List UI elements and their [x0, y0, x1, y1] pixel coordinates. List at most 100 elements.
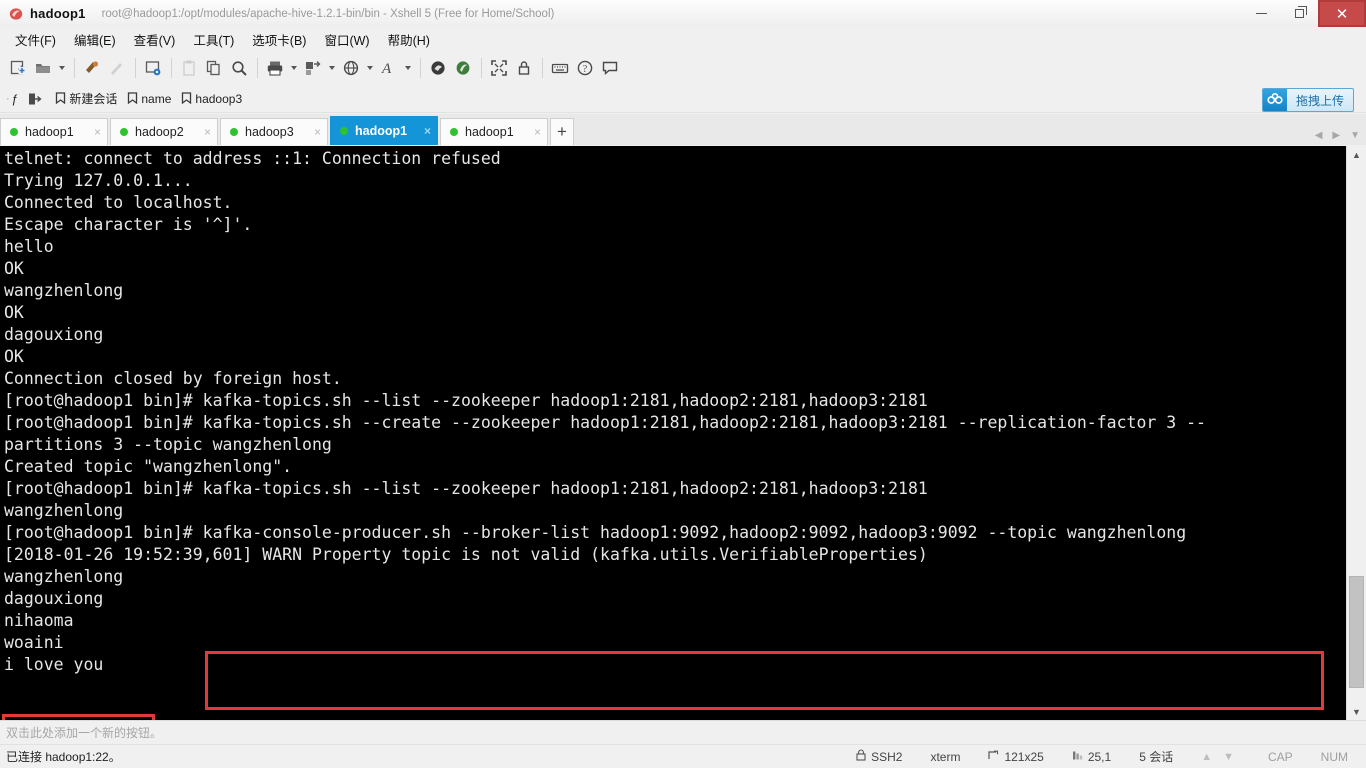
tab-next-icon[interactable]: ▶	[1332, 130, 1340, 141]
menu-window[interactable]: 窗口(W)	[315, 28, 378, 51]
status-cursor-label: 25,1	[1087, 749, 1112, 764]
new-tab-button[interactable]: +	[550, 118, 574, 145]
tab-hadoop1-1[interactable]: hadoop1 ×	[0, 118, 108, 145]
lock-icon[interactable]	[512, 56, 536, 80]
status-sessions: 5 会话	[1139, 750, 1174, 764]
print-dropdown-caret[interactable]	[288, 56, 300, 80]
separator-6	[481, 58, 482, 78]
tab-close-icon[interactable]: ×	[94, 125, 101, 139]
tab-status-dot	[230, 128, 238, 136]
terminal-output: telnet: connect to address ::1: Connecti…	[4, 149, 1206, 674]
chat-icon[interactable]	[598, 56, 622, 80]
status-protocol: SSH2	[842, 749, 916, 764]
tab-status-dot	[120, 128, 128, 136]
status-caps-lock: CAP	[1267, 749, 1293, 764]
font-icon[interactable]: A	[377, 56, 401, 80]
svg-text:?: ?	[583, 64, 588, 75]
xshell-icon	[8, 6, 24, 22]
session-properties-icon[interactable]	[141, 56, 165, 80]
window-title: hadoop1	[30, 6, 86, 21]
separator-4	[257, 58, 258, 78]
bookmark-item-hadoop3[interactable]: hadoop3	[181, 92, 242, 106]
globe-icon[interactable]	[339, 56, 363, 80]
quick-command-bar[interactable]: 双击此处添加一个新的按钮。	[0, 720, 1366, 744]
xshell-green-icon[interactable]	[451, 56, 475, 80]
resize-icon	[988, 750, 999, 764]
transfer-file-icon[interactable]	[80, 56, 104, 80]
tab-navigation: ◀ ▶ ▼	[1315, 130, 1360, 141]
bookmark-icon	[55, 92, 66, 105]
tab-hadoop2[interactable]: hadoop2 ×	[110, 118, 218, 145]
tab-close-icon[interactable]: ×	[204, 125, 211, 139]
maximize-button[interactable]	[1280, 0, 1318, 27]
bookmark-item-new-session[interactable]: 新建会话	[55, 90, 117, 107]
menu-tools[interactable]: 工具(T)	[184, 28, 243, 51]
terminal-screen[interactable]: telnet: connect to address ::1: Connecti…	[0, 146, 1346, 720]
menu-help[interactable]: 帮助(H)	[379, 28, 439, 51]
open-folder-icon[interactable]	[31, 56, 55, 80]
scroll-up-icon[interactable]: ▲	[1347, 146, 1366, 163]
keyboard-icon[interactable]	[548, 56, 572, 80]
print-icon[interactable]	[263, 56, 287, 80]
bookmark-icon	[181, 92, 192, 105]
status-transfer-indicators: ▲ ▼	[1187, 751, 1254, 763]
tab-close-icon[interactable]: ×	[424, 124, 431, 138]
tab-prev-icon[interactable]: ◀	[1315, 130, 1323, 141]
toolbar: A ?	[0, 51, 1366, 85]
menu-edit[interactable]: 编辑(E)	[65, 28, 125, 51]
bookmark-overflow[interactable]: ·	[4, 93, 12, 105]
font-dropdown-caret[interactable]	[402, 56, 414, 80]
copy-icon[interactable]	[202, 56, 226, 80]
paste-clipboard-icon	[177, 56, 201, 80]
tab-status-dot	[450, 128, 458, 136]
log-dropdown-caret[interactable]	[326, 56, 338, 80]
globe-dropdown-caret[interactable]	[364, 56, 376, 80]
tab-hadoop1-active[interactable]: hadoop1 ×	[330, 116, 438, 145]
open-folder-dropdown-caret[interactable]	[56, 56, 68, 80]
tab-label: hadoop1	[25, 125, 74, 139]
minimize-button[interactable]	[1242, 0, 1280, 27]
tab-list-icon[interactable]: ▼	[1350, 130, 1360, 141]
terminal-scrollbar[interactable]: ▲ ▼	[1346, 146, 1366, 720]
tab-hadoop3[interactable]: hadoop3 ×	[220, 118, 328, 145]
menu-view[interactable]: 查看(V)	[125, 28, 185, 51]
status-size-label: 121x25	[1004, 749, 1044, 764]
baidu-cloud-icon	[1262, 89, 1287, 111]
separator-7	[542, 58, 543, 78]
close-button[interactable]: ✕	[1318, 0, 1366, 27]
connection-status: 已连接 hadoop1:22。	[6, 750, 121, 764]
scroll-down-icon[interactable]: ▼	[1347, 703, 1366, 720]
quick-command-hint: 双击此处添加一个新的按钮。	[6, 726, 163, 740]
status-terminal-type: xterm	[930, 749, 961, 764]
tab-close-icon[interactable]: ×	[534, 125, 541, 139]
tab-hadoop1-2[interactable]: hadoop1 ×	[440, 118, 548, 145]
separator-1	[74, 58, 75, 78]
scrollbar-thumb[interactable]	[1349, 576, 1364, 688]
bookmark-icon	[127, 92, 138, 105]
menu-file[interactable]: 文件(F)	[6, 28, 65, 51]
status-right-group: SSH2 xterm 121x25 25,1 5 会话 ▲ ▼ CAP NUM	[842, 748, 1362, 765]
bookmark-label: hadoop3	[195, 91, 243, 106]
bookmark-export[interactable]	[28, 92, 45, 106]
tab-bar: hadoop1 × hadoop2 × hadoop3 × hadoop1 × …	[0, 114, 1366, 145]
download-arrow-icon: ▼	[1223, 750, 1240, 763]
bookmark-item-name[interactable]: name	[127, 92, 171, 106]
find-icon[interactable]	[227, 56, 251, 80]
tab-close-icon[interactable]: ×	[314, 125, 321, 139]
title-bar: hadoop1 root@hadoop1:/opt/modules/apache…	[0, 0, 1366, 28]
menu-bar: 文件(F) 编辑(E) 查看(V) 工具(T) 选项卡(B) 窗口(W) 帮助(…	[0, 27, 1366, 51]
status-protocol-label: SSH2	[871, 749, 903, 764]
window-subtitle: root@hadoop1:/opt/modules/apache-hive-1.…	[101, 7, 555, 20]
drag-upload-button[interactable]: 拖拽上传	[1261, 88, 1354, 112]
log-icon[interactable]	[301, 56, 325, 80]
bookmark-label: name	[141, 91, 172, 106]
new-session-icon[interactable]	[6, 56, 30, 80]
xftp-icon[interactable]	[426, 56, 450, 80]
menu-tabs[interactable]: 选项卡(B)	[243, 28, 315, 51]
fullscreen-icon[interactable]	[487, 56, 511, 80]
tab-label: hadoop1	[465, 125, 514, 139]
bookmark-drag-handle[interactable]: ƒ	[12, 92, 19, 106]
help-icon[interactable]: ?	[573, 56, 597, 80]
status-size: 121x25	[974, 750, 1057, 764]
separator-2	[135, 58, 136, 78]
